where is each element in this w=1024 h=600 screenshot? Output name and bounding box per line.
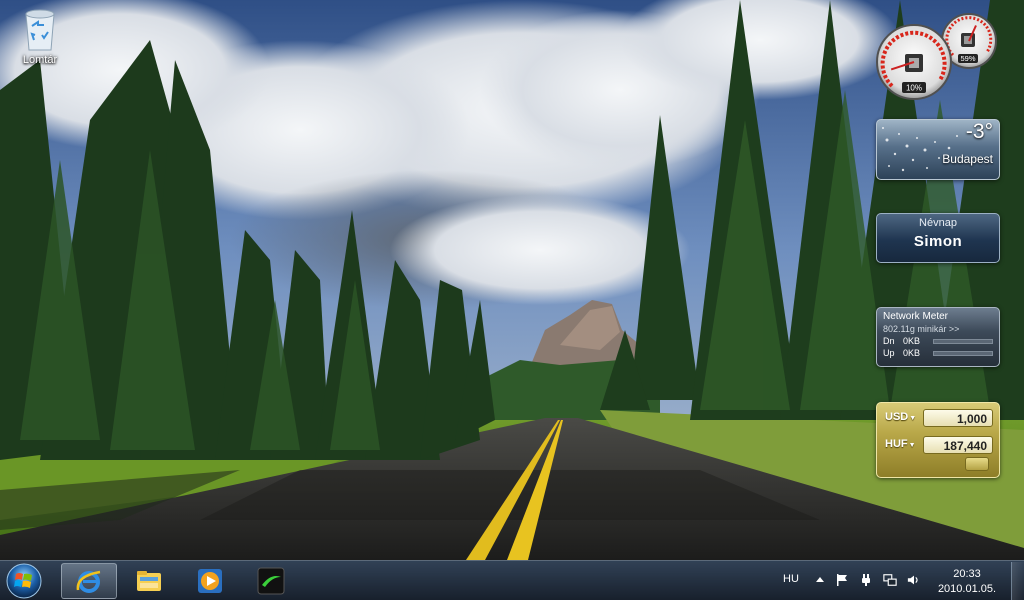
weather-gadget[interactable]: -3° Budapest <box>876 119 1000 180</box>
nevnap-gadget[interactable]: Névnap Simon <box>876 213 1000 263</box>
recycle-bin-label: Lomtár <box>22 54 58 66</box>
network-meter-title: Network Meter <box>883 311 949 322</box>
network-row-download: Dn 0KB <box>883 336 993 346</box>
weather-city: Budapest <box>942 152 993 166</box>
volume-icon[interactable] <box>907 573 921 587</box>
start-button[interactable] <box>4 562 44 600</box>
power-plug-icon[interactable] <box>859 573 873 587</box>
show-desktop-button[interactable] <box>1011 562 1024 600</box>
currency-gadget[interactable]: USD▼ 1,000 HUF▼ 187,440 <box>876 402 1000 478</box>
cpu-meter-gadget[interactable]: 10% 59% <box>874 8 1000 100</box>
card-chip-icon <box>965 457 989 471</box>
from-currency-code: USD <box>885 411 909 423</box>
taskbar-internet-explorer[interactable] <box>61 563 117 599</box>
chevron-down-icon: ▼ <box>908 442 916 449</box>
clock-time: 20:33 <box>953 568 981 580</box>
desktop-wallpaper <box>0 0 1024 560</box>
show-hidden-icons-icon[interactable] <box>813 573 827 587</box>
action-center-flag-icon[interactable] <box>835 573 849 587</box>
taskbar-clock[interactable]: 20:33 2010.01.05. <box>935 567 999 597</box>
internet-explorer-icon <box>76 570 101 593</box>
taskbar: HU 20:33 2010.01.05. <box>0 560 1024 600</box>
nevnap-title: Névnap <box>919 217 957 229</box>
network-meter-gadget[interactable]: Network Meter 802.11g minikár >> Dn 0KB … <box>876 307 1000 367</box>
language-indicator[interactable]: HU <box>783 573 799 600</box>
cpu-percent-label: 10% <box>906 84 922 93</box>
windows-explorer-icon <box>137 571 161 591</box>
clock-date: 2010.01.05. <box>937 583 997 595</box>
network-adapter-link[interactable]: 802.11g minikár >> <box>883 324 993 334</box>
network-row-label: Dn <box>883 336 895 346</box>
weather-temperature: -3° <box>965 120 993 143</box>
network-row-upload: Up 0KB <box>883 348 993 358</box>
media-player-icon <box>198 569 222 593</box>
from-currency-value[interactable]: 1,000 <box>923 409 993 427</box>
download-bar <box>933 338 993 344</box>
from-currency-select[interactable]: USD▼ <box>885 411 916 423</box>
to-currency-value: 187,440 <box>923 436 993 454</box>
network-row-value: 0KB <box>903 348 921 358</box>
taskbar-media-player[interactable] <box>183 563 239 599</box>
windows-logo-icon <box>6 563 42 599</box>
network-icon[interactable] <box>883 573 897 587</box>
network-row-label: Up <box>883 348 895 358</box>
to-currency-select[interactable]: HUF▼ <box>885 438 916 450</box>
chevron-down-icon: ▼ <box>909 415 917 422</box>
to-currency-code: HUF <box>885 438 908 450</box>
upload-bar <box>933 350 993 356</box>
taskbar-windows-explorer[interactable] <box>122 563 178 599</box>
app-icon <box>257 567 285 595</box>
recycle-bin-icon <box>20 6 60 52</box>
nevnap-name: Simon <box>913 233 963 250</box>
network-row-value: 0KB <box>903 336 921 346</box>
taskbar-app[interactable] <box>244 563 300 599</box>
memory-percent-label: 59% <box>960 54 975 63</box>
recycle-bin[interactable]: Lomtár <box>12 6 68 66</box>
